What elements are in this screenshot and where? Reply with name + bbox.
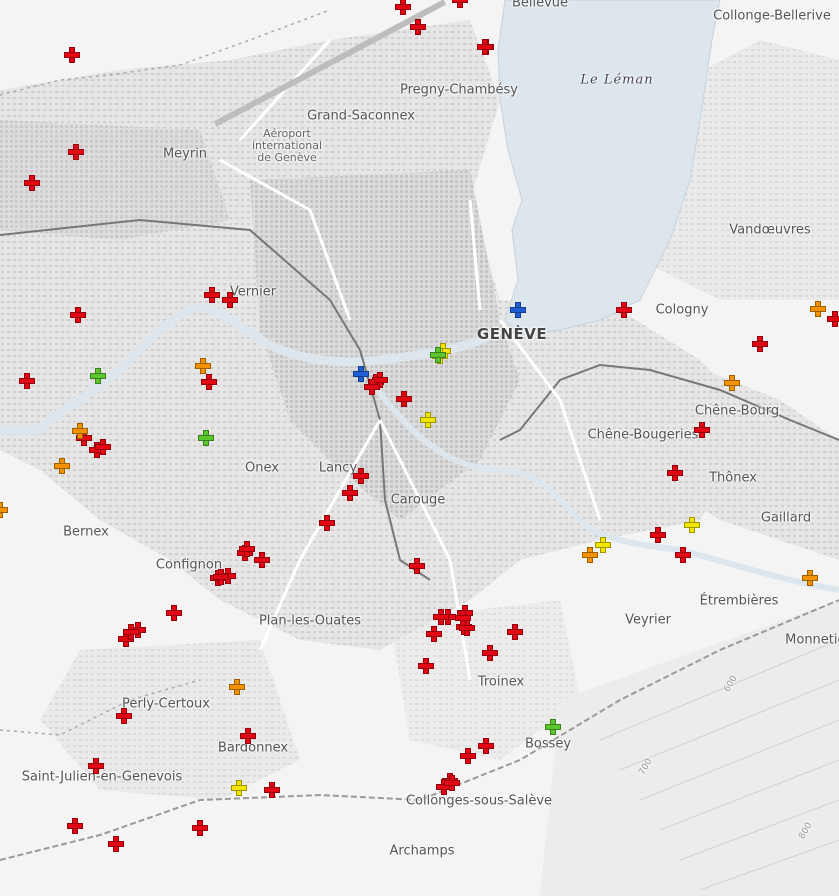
red-cross-marker[interactable] [455, 610, 471, 626]
lake [497, 0, 721, 336]
red-cross-marker[interactable] [650, 527, 666, 543]
red-cross-marker[interactable] [123, 624, 139, 640]
red-cross-marker[interactable] [444, 775, 460, 791]
yellow-cross-marker[interactable] [231, 780, 247, 796]
red-cross-marker[interactable] [478, 738, 494, 754]
yellow-cross-marker[interactable] [684, 517, 700, 533]
red-cross-marker[interactable] [166, 605, 182, 621]
red-cross-marker[interactable] [507, 624, 523, 640]
green-cross-marker[interactable] [545, 719, 561, 735]
yellow-cross-marker[interactable] [595, 537, 611, 553]
orange-cross-marker[interactable] [724, 375, 740, 391]
urban-troinex [390, 600, 580, 760]
green-cross-marker[interactable] [198, 430, 214, 446]
red-cross-marker[interactable] [264, 782, 280, 798]
red-cross-marker[interactable] [667, 465, 683, 481]
red-cross-marker[interactable] [616, 302, 632, 318]
red-cross-marker[interactable] [752, 336, 768, 352]
red-cross-marker[interactable] [254, 552, 270, 568]
red-cross-marker[interactable] [19, 373, 35, 389]
red-cross-marker[interactable] [395, 0, 411, 15]
orange-cross-marker[interactable] [0, 502, 8, 518]
red-cross-marker[interactable] [694, 422, 710, 438]
red-cross-marker[interactable] [426, 626, 442, 642]
orange-cross-marker[interactable] [802, 570, 818, 586]
red-cross-marker[interactable] [477, 39, 493, 55]
orange-cross-marker[interactable] [195, 358, 211, 374]
blue-cross-marker[interactable] [510, 302, 526, 318]
red-cross-marker[interactable] [108, 836, 124, 852]
yellow-cross-marker[interactable] [420, 412, 436, 428]
red-cross-marker[interactable] [675, 547, 691, 563]
red-cross-marker[interactable] [70, 307, 86, 323]
red-cross-marker[interactable] [222, 292, 238, 308]
red-cross-marker[interactable] [240, 728, 256, 744]
red-cross-marker[interactable] [192, 820, 208, 836]
green-cross-marker[interactable] [430, 347, 446, 363]
red-cross-marker[interactable] [204, 287, 220, 303]
blue-cross-marker[interactable] [353, 366, 369, 382]
red-cross-marker[interactable] [409, 558, 425, 574]
red-cross-marker[interactable] [95, 439, 111, 455]
red-cross-marker[interactable] [116, 708, 132, 724]
red-cross-marker[interactable] [213, 569, 229, 585]
urban-south [40, 640, 300, 800]
red-cross-marker[interactable] [68, 144, 84, 160]
red-cross-marker[interactable] [410, 19, 426, 35]
red-cross-marker[interactable] [396, 391, 412, 407]
saleve-relief [540, 600, 839, 896]
map-view[interactable]: Le Léman Aéroport international de Genèv… [0, 0, 839, 896]
red-cross-marker[interactable] [64, 47, 80, 63]
orange-cross-marker[interactable] [810, 301, 826, 317]
red-cross-marker[interactable] [827, 311, 839, 327]
red-cross-marker[interactable] [67, 818, 83, 834]
red-cross-marker[interactable] [452, 0, 468, 8]
red-cross-marker[interactable] [418, 658, 434, 674]
green-cross-marker[interactable] [90, 368, 106, 384]
red-cross-marker[interactable] [319, 515, 335, 531]
orange-cross-marker[interactable] [54, 458, 70, 474]
basemap [0, 0, 839, 896]
orange-cross-marker[interactable] [229, 679, 245, 695]
red-cross-marker[interactable] [342, 485, 358, 501]
red-cross-marker[interactable] [433, 609, 449, 625]
red-cross-marker[interactable] [239, 541, 255, 557]
red-cross-marker[interactable] [482, 645, 498, 661]
orange-cross-marker[interactable] [72, 423, 88, 439]
red-cross-marker[interactable] [24, 175, 40, 191]
red-cross-marker[interactable] [460, 748, 476, 764]
red-cross-marker[interactable] [353, 468, 369, 484]
red-cross-marker[interactable] [88, 758, 104, 774]
red-cross-marker[interactable] [201, 374, 217, 390]
